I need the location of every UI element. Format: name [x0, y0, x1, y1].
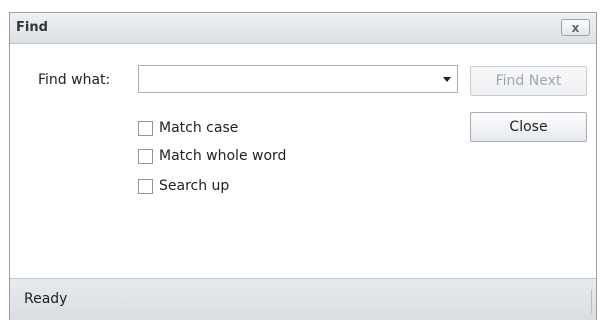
status-text: Ready — [24, 291, 68, 307]
status-divider — [591, 289, 594, 313]
find-what-input[interactable] — [143, 69, 427, 91]
search-up-option[interactable]: Search up — [138, 176, 229, 196]
close-button[interactable]: Close — [470, 112, 587, 142]
match-whole-word-option[interactable]: Match whole word — [138, 146, 286, 166]
match-case-label: Match case — [159, 120, 239, 136]
find-next-button[interactable]: Find Next — [470, 66, 587, 96]
dialog-title: Find — [16, 20, 48, 35]
find-next-label: Find Next — [495, 73, 562, 89]
search-up-label: Search up — [159, 178, 230, 194]
find-what-label: Find what: — [38, 72, 111, 88]
close-icon: x — [571, 20, 580, 35]
title-bar: Find x — [10, 13, 596, 44]
search-up-checkbox[interactable] — [138, 178, 153, 194]
match-whole-word-checkbox[interactable] — [138, 148, 153, 164]
find-what-combobox[interactable] — [138, 65, 458, 93]
find-dialog: Find x Find what: Find Next Close Match … — [9, 12, 597, 320]
match-whole-word-label: Match whole word — [159, 148, 287, 164]
close-window-button[interactable]: x — [561, 19, 590, 36]
status-bar: Ready — [10, 278, 596, 320]
chevron-down-icon[interactable] — [443, 77, 451, 82]
close-label: Close — [509, 119, 548, 135]
match-case-option[interactable]: Match case — [138, 118, 238, 138]
match-case-checkbox[interactable] — [138, 120, 153, 136]
